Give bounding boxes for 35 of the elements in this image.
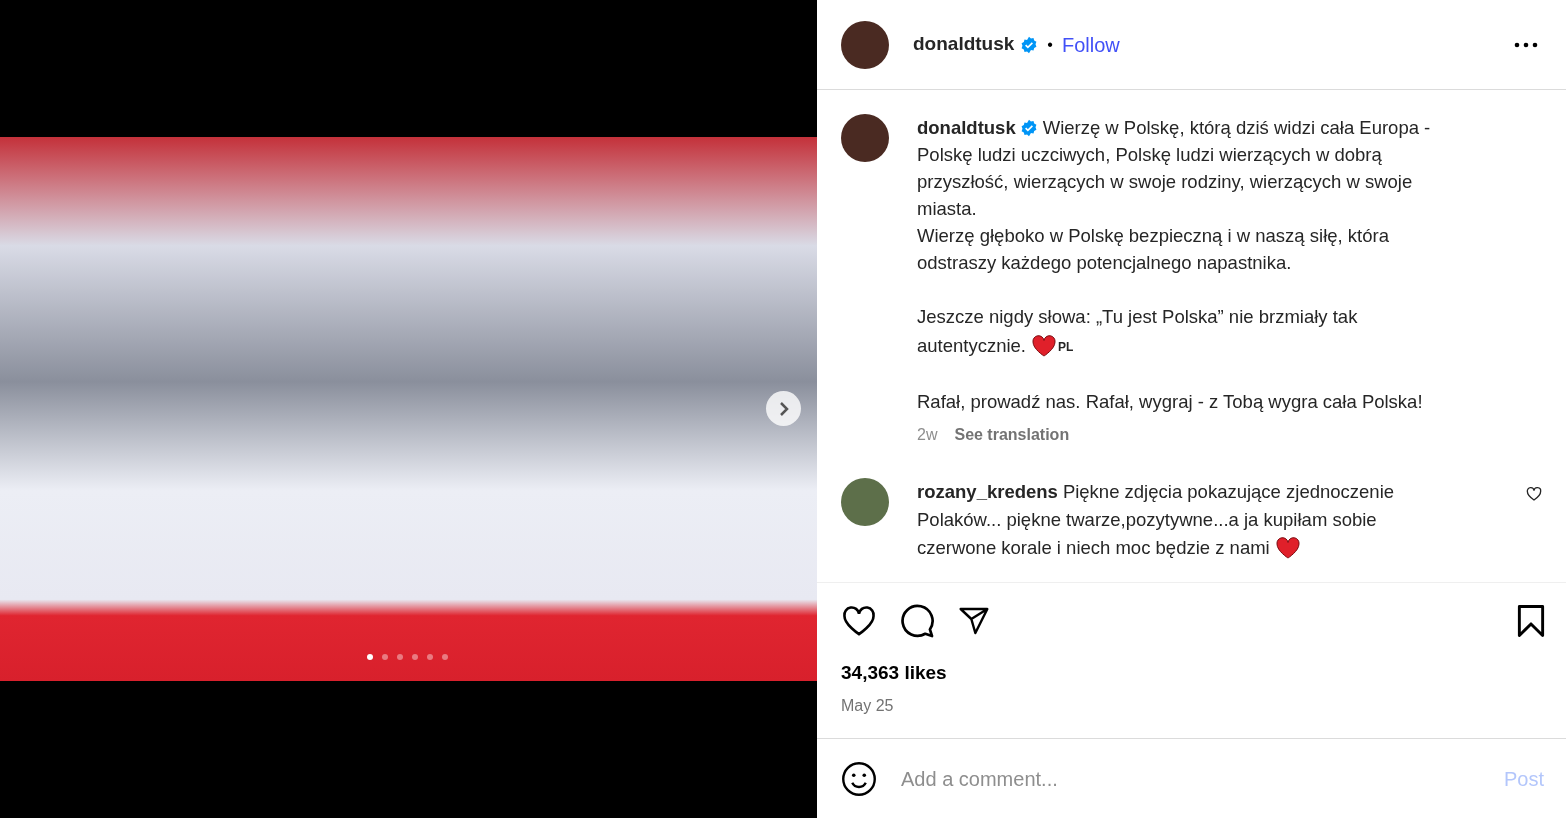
caption-text: Wierzę w Polskę, którą dziś widzi cała Europa -	[1042, 116, 1431, 140]
caption-text: Wierzę głęboko w Polskę bezpieczną i w naszą siłę, która	[917, 224, 1389, 248]
caption-text: miasta.	[917, 197, 977, 221]
post-date: May 25	[841, 695, 895, 716]
comment-text: Piękne zdjęcia pokazujące zjednoczenie	[1062, 480, 1395, 504]
caption-text: Polskę ludzi uczciwych, Polskę ludzi wierzących w dobrą	[917, 143, 1382, 167]
comment-text: czerwone korale i niech moc będzie z nami	[917, 536, 1270, 560]
separator-dot: •	[1047, 34, 1053, 55]
caption-text: odstraszy każdego potencjalnego napastnika.	[917, 251, 1292, 275]
comment-input[interactable]: Add a comment...	[901, 763, 1480, 794]
avatar[interactable]	[841, 20, 889, 69]
username[interactable]: donaldtusk	[917, 114, 1016, 141]
avatar[interactable]	[841, 114, 889, 162]
caption-text: autentycznie.	[917, 334, 1026, 358]
post-time: 2w	[917, 425, 938, 445]
comment-text: Polaków... piękne twarze,pozytywne...a ja kupiłam sobie	[917, 508, 1377, 532]
chevron-right-icon	[777, 401, 790, 416]
see-translation-link[interactable]: See translation	[954, 421, 1070, 448]
flag-code: PL	[1058, 339, 1074, 356]
avatar[interactable]	[841, 478, 889, 526]
commenter-username[interactable]: rozany_kredens	[917, 478, 1058, 506]
caption-text: przyszłość, wierzących w swoje rodziny, wierzących w swoje	[917, 170, 1413, 194]
like-comment-icon[interactable]	[1526, 486, 1542, 502]
like-icon[interactable]	[841, 605, 877, 637]
caption-text: Jeszcze nigdy słowa: „Tu jest Polska” nie brzmiały tak	[917, 305, 1358, 329]
more-options-icon[interactable]	[1514, 41, 1538, 48]
bookmark-icon[interactable]	[1516, 605, 1546, 637]
next-button[interactable]	[766, 391, 801, 426]
follow-button[interactable]: Follow	[1061, 29, 1120, 60]
share-icon[interactable]	[957, 605, 991, 637]
username[interactable]: donaldtusk	[913, 30, 1015, 59]
likes-count[interactable]: 34,363 likes	[841, 659, 1546, 688]
emoji-icon[interactable]	[841, 760, 877, 797]
caption-text: Rafał, prowadź nas. Rafał, wygraj - z Tobą wygra cała Polska!	[917, 390, 1423, 414]
comment-icon[interactable]	[899, 603, 935, 639]
